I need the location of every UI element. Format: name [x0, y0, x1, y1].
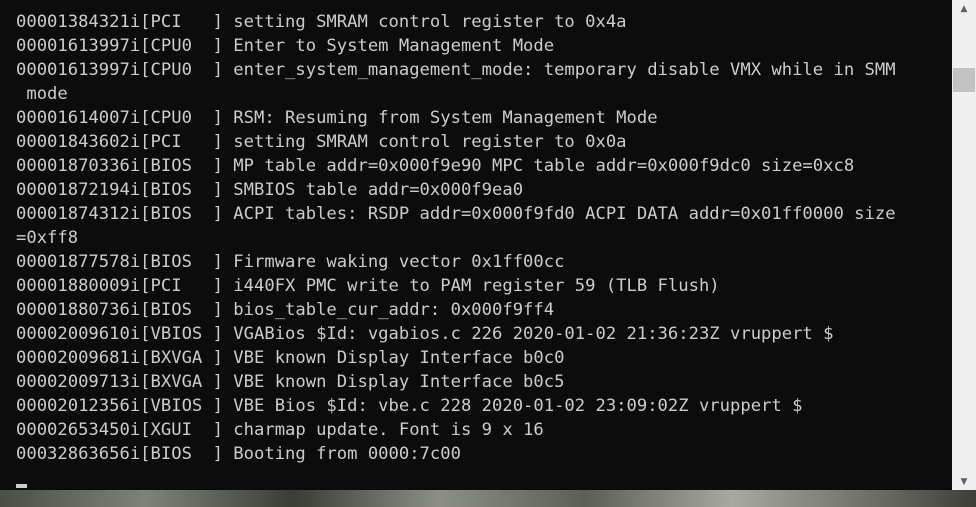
console-line: 00001874312i[BIOS ] ACPI tables: RSDP ad… — [16, 204, 896, 224]
scrollbar-thumb[interactable] — [953, 68, 975, 92]
console-line: 00001880736i[BIOS ] bios_table_cur_addr:… — [16, 300, 555, 320]
vertical-scrollbar[interactable]: ▲ ▼ — [952, 0, 976, 490]
console-line: 00002009713i[BXVGA ] VBE known Display I… — [16, 372, 565, 392]
console-line: 00002009681i[BXVGA ] VBE known Display I… — [16, 348, 565, 368]
console-line: 00001872194i[BIOS ] SMBIOS table addr=0x… — [16, 180, 524, 200]
console-line: mode — [16, 84, 68, 104]
console-line: 00001880009i[PCI ] i440FX PMC write to P… — [16, 276, 720, 296]
console-window[interactable]: 00001384321i[PCI ] setting SMRAM control… — [0, 0, 952, 490]
console-line: 00001614007i[CPU0 ] RSM: Resuming from S… — [16, 108, 658, 128]
console-output: 00001384321i[PCI ] setting SMRAM control… — [16, 10, 952, 466]
console-line: 00001877578i[BIOS ] Firmware waking vect… — [16, 252, 565, 272]
console-line: 00002653450i[XGUI ] charmap update. Font… — [16, 420, 544, 440]
console-line: 00002012356i[VBIOS ] VBE Bios $Id: vbe.c… — [16, 396, 803, 416]
console-line: 00001613997i[CPU0 ] enter_system_managem… — [16, 60, 896, 80]
console-line: 00001613997i[CPU0 ] Enter to System Mana… — [16, 36, 555, 56]
console-line: =0xff8 — [16, 228, 79, 248]
console-line: 00001384321i[PCI ] setting SMRAM control… — [16, 12, 627, 32]
console-line: 00001870336i[BIOS ] MP table addr=0x000f… — [16, 156, 855, 176]
text-cursor — [16, 484, 27, 488]
scroll-down-arrow-icon[interactable]: ▼ — [952, 473, 976, 490]
console-line: 00002009610i[VBIOS ] VGABios $Id: vgabio… — [16, 324, 834, 344]
desktop-wallpaper-strip — [0, 490, 976, 507]
console-line: 00001843602i[PCI ] setting SMRAM control… — [16, 132, 627, 152]
scroll-up-arrow-icon[interactable]: ▲ — [952, 0, 976, 17]
console-line: 00032863656i[BIOS ] Booting from 0000:7c… — [16, 444, 461, 464]
